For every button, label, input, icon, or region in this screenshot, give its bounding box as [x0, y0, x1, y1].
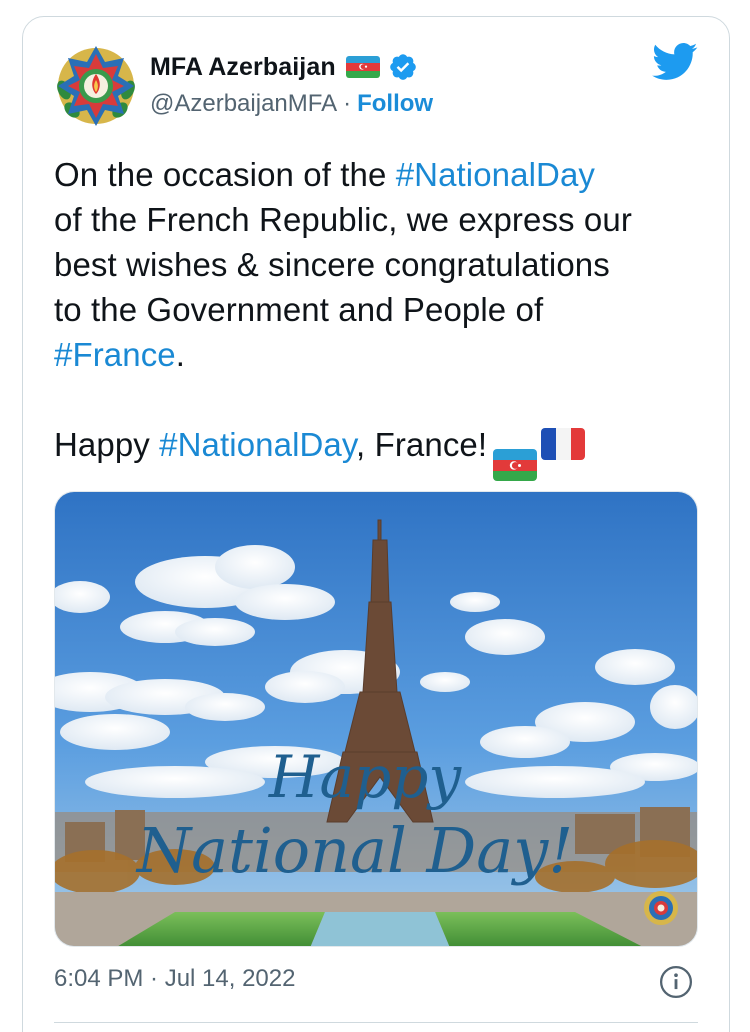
handle-row: @AzerbaijanMFA · Follow — [150, 90, 433, 118]
tweet-media-image[interactable]: Happy National Day! — [54, 491, 698, 947]
tweet-line-3: best wishes & sincere congratulations — [54, 246, 610, 283]
follow-button[interactable]: Follow — [357, 90, 433, 118]
azerbaijan-flag-icon — [493, 449, 538, 482]
verified-badge-icon — [389, 54, 416, 80]
hashtag-link[interactable]: #France — [54, 336, 176, 373]
overlay-happy: Happy — [268, 743, 462, 811]
tweet-line-1: On the occasion of the — [54, 156, 396, 193]
separator: · — [343, 90, 352, 117]
happy-suffix: , France! — [356, 426, 488, 463]
tweet-text: On the occasion of the #NationalDay of t… — [54, 152, 714, 482]
tweet-line-4: to the Government and People of — [54, 291, 544, 328]
account-handle[interactable]: @AzerbaijanMFA — [150, 90, 337, 118]
hashtag-link[interactable]: #NationalDay — [159, 426, 356, 463]
tweet-timestamp[interactable]: 6:04 PM · Jul 14, 2022 — [54, 965, 295, 993]
azerbaijan-emblem-icon[interactable] — [54, 40, 138, 128]
azerbaijan-flag-icon — [345, 56, 380, 78]
hashtag-link[interactable]: #NationalDay — [396, 156, 595, 193]
twitter-bird-icon[interactable] — [652, 42, 698, 82]
eiffel-tower-photo: Happy National Day! — [55, 492, 697, 946]
account-name[interactable]: MFA Azerbaijan — [150, 53, 336, 82]
info-icon[interactable] — [659, 965, 693, 999]
tweet-line-2: of the French Republic, we express our — [54, 201, 632, 238]
account-name-row: MFA Azerbaijan — [150, 52, 418, 82]
overlay-national-day: National Day! — [135, 814, 573, 887]
footer-divider — [54, 1022, 698, 1023]
tweet-period: . — [175, 336, 186, 373]
happy-text: Happy — [54, 426, 160, 463]
france-flag-icon — [541, 428, 586, 460]
